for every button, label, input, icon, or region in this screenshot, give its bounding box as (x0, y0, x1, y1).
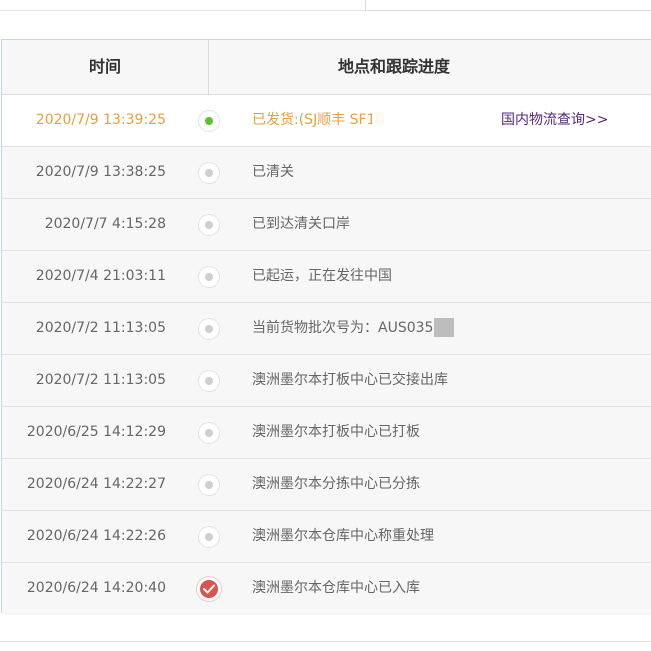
row-time: 2020/7/9 13:38:25 (35, 164, 166, 180)
row-time: 2020/7/4 21:03:11 (35, 268, 166, 284)
table-header: 时间 地点和跟踪进度 (2, 40, 651, 95)
status-check-icon (197, 577, 221, 601)
domestic-logistics-query-link[interactable]: 国内物流查询>> (501, 95, 608, 146)
redaction-mask (372, 95, 502, 146)
row-status: 澳洲墨尔本打板中心已交接出库 (252, 372, 448, 388)
row-status: 已发货:(SJ顺丰 SF10 (252, 112, 385, 128)
status-dot-icon (199, 215, 219, 235)
tracking-row: 2020/6/24 14:22:27 澳洲墨尔本分拣中心已分拣 (2, 459, 651, 511)
row-status: 澳洲墨尔本分拣中心已分拣 (252, 476, 420, 492)
divider (0, 641, 651, 642)
tracking-row: 2020/7/9 13:38:25 已清关 (2, 147, 651, 199)
status-dot-icon (199, 475, 219, 495)
status-dot-icon (199, 371, 219, 391)
tracking-row: 2020/6/24 14:22:26 澳洲墨尔本仓库中心称重处理 (2, 511, 651, 563)
status-dot-icon (199, 423, 219, 443)
row-status: 已清关 (252, 164, 294, 180)
row-status-text: 当前货物批次号为：AUS035 (252, 320, 434, 336)
redaction-block (434, 317, 455, 337)
row-status: 澳洲墨尔本仓库中心已入库 (252, 580, 420, 596)
tracking-row: 2020/7/4 21:03:11 已起运，正在发往中国 (2, 251, 651, 303)
tracking-row: 2020/7/7 4:15:28 已到达清关口岸 (2, 199, 651, 251)
status-dot-icon (199, 319, 219, 339)
tracking-row: 2020/7/9 13:39:25 已发货:(SJ顺丰 SF10 国内物流查询>… (2, 95, 651, 147)
row-status: 澳洲墨尔本仓库中心称重处理 (252, 528, 434, 544)
row-status: 已起运，正在发往中国 (252, 268, 392, 284)
top-tab-inactive[interactable] (365, 0, 651, 11)
tracking-row: 2020/7/2 11:13:05 澳洲墨尔本打板中心已交接出库 (2, 355, 651, 407)
row-time: 2020/6/24 14:20:40 (26, 580, 166, 596)
tracking-row: 2020/6/24 14:20:40 澳洲墨尔本仓库中心已入库 (2, 563, 651, 615)
status-dot-active-icon (199, 111, 219, 131)
tracking-row: 2020/6/25 14:12:29 澳洲墨尔本打板中心已打板 (2, 407, 651, 459)
row-time: 2020/6/24 14:22:27 (26, 476, 166, 492)
status-dot-icon (199, 527, 219, 547)
row-status: 当前货物批次号为：AUS035 (252, 303, 455, 354)
header-location-progress: 地点和跟踪进度 (337, 57, 450, 76)
row-time: 2020/7/2 11:13:05 (35, 320, 166, 336)
row-status: 澳洲墨尔本打板中心已打板 (252, 424, 420, 440)
row-time: 2020/6/24 14:22:26 (26, 528, 166, 544)
row-status: 已到达清关口岸 (252, 216, 350, 232)
status-dot-icon (199, 163, 219, 183)
row-time: 2020/7/7 4:15:28 (44, 216, 166, 232)
status-dot-icon (199, 267, 219, 287)
tracking-rows: 2020/7/9 13:39:25 已发货:(SJ顺丰 SF10 国内物流查询>… (2, 95, 651, 615)
row-time: 2020/6/25 14:12:29 (26, 424, 166, 440)
check-icon (200, 580, 218, 598)
tracking-table: 时间 地点和跟踪进度 2020/7/9 13:39:25 已发货:(SJ顺丰 S… (1, 39, 651, 615)
header-time: 时间 (2, 40, 209, 94)
row-time: 2020/7/9 13:39:25 (35, 112, 166, 128)
top-tab-active[interactable] (0, 0, 365, 11)
tracking-row: 2020/7/2 11:13:05 当前货物批次号为：AUS035 (2, 303, 651, 355)
row-time: 2020/7/2 11:13:05 (35, 372, 166, 388)
